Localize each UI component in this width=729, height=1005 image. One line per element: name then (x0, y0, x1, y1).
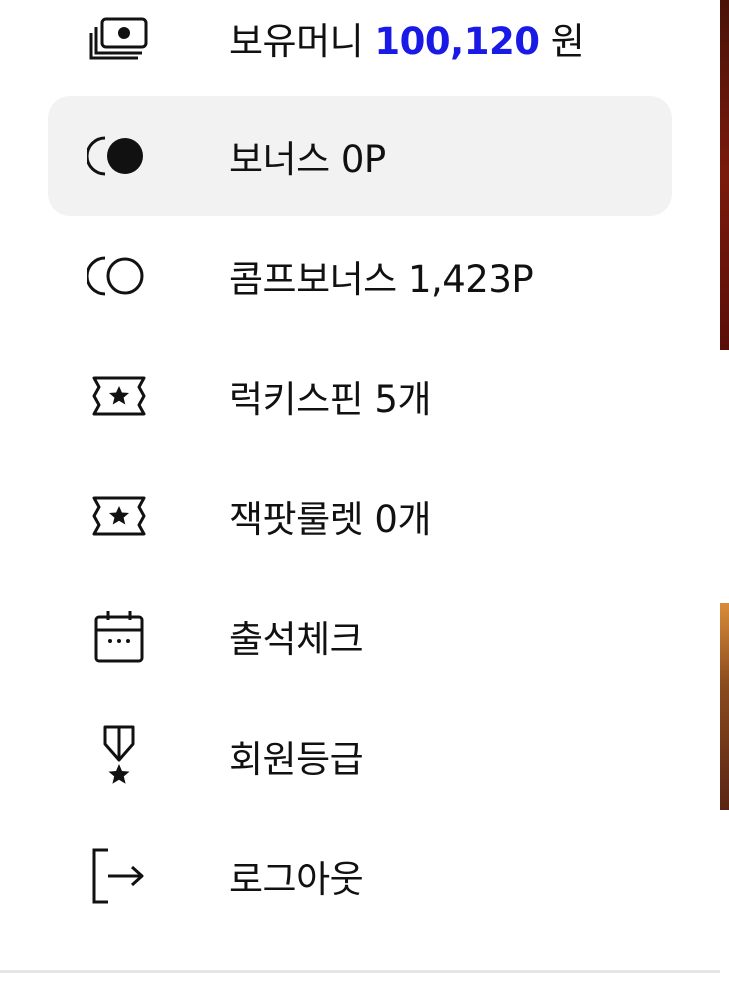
medal-icon (86, 725, 152, 786)
money-icon (86, 8, 152, 68)
ticket-star-icon (86, 366, 152, 426)
user-menu: 보유머니 100,120 원 보너스 0P 콤프보너스 1,423P 럭키스핀 … (0, 0, 720, 1005)
menu-item-label: 보유머니 100,120 원 (229, 20, 585, 63)
menu-item-label: 회원등급 (229, 738, 364, 781)
divider (0, 970, 720, 973)
menu-item-lucky-spin[interactable]: 럭키스핀 5개 (48, 336, 672, 456)
page: 보유머니 100,120 원 보너스 0P 콤프보너스 1,423P 럭키스핀 … (0, 0, 729, 1005)
background-image-top (720, 0, 729, 350)
menu-item-logout[interactable]: 로그아웃 (48, 816, 672, 936)
logout-icon (86, 846, 152, 906)
menu-item-bonus[interactable]: 보너스 0P (48, 96, 672, 216)
menu-item-comp-bonus[interactable]: 콤프보너스 1,423P (48, 216, 672, 336)
ticket-star-icon (86, 486, 152, 546)
menu-item-money[interactable]: 보유머니 100,120 원 (48, 0, 672, 98)
bonus-coin-icon (86, 126, 152, 186)
menu-item-label: 럭키스핀 5개 (229, 378, 432, 421)
money-amount: 100,120 (374, 20, 540, 63)
comp-bonus-coin-icon (86, 246, 152, 306)
menu-item-label: 잭팟룰렛 0개 (229, 498, 432, 541)
menu-item-label: 로그아웃 (229, 858, 364, 901)
menu-item-attendance[interactable]: 출석체크 (48, 576, 672, 696)
menu-item-jackpot-roulette[interactable]: 잭팟룰렛 0개 (48, 456, 672, 576)
menu-item-membership-grade[interactable]: 회원등급 (48, 696, 672, 816)
menu-item-label: 출석체크 (229, 618, 364, 661)
background-image-bottom (720, 603, 729, 810)
menu-item-label: 콤프보너스 1,423P (229, 258, 534, 301)
calendar-icon (86, 606, 152, 666)
menu-item-label: 보너스 0P (229, 138, 386, 181)
